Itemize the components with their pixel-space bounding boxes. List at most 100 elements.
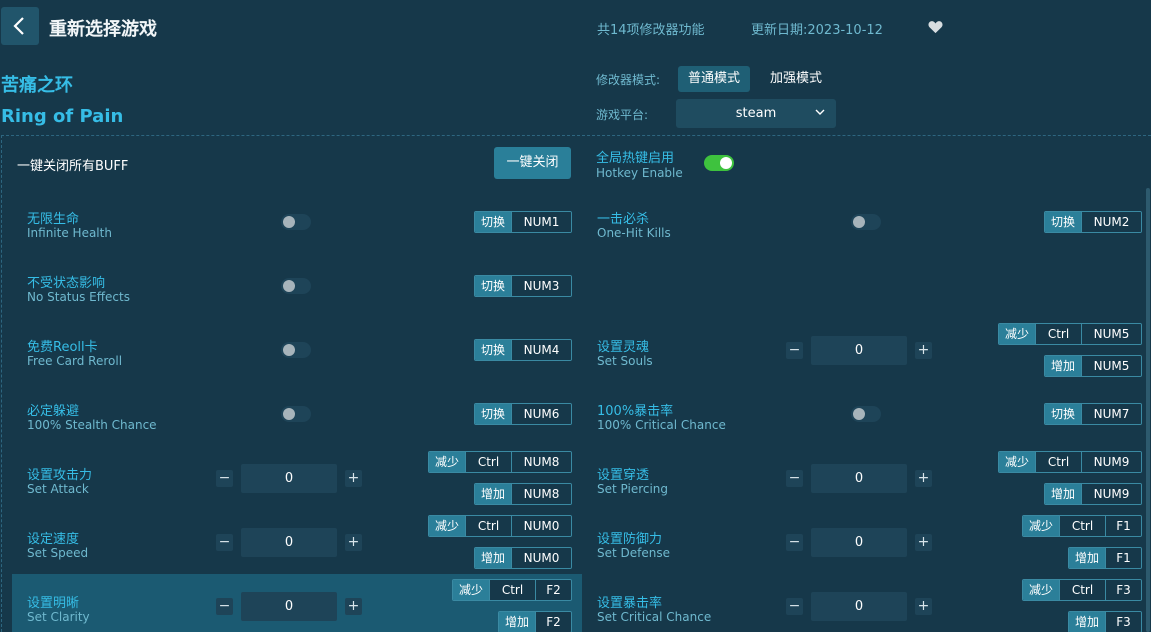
modifier-key: Ctrl — [489, 580, 535, 600]
value-input[interactable] — [811, 592, 907, 621]
decrease-button[interactable]: − — [216, 534, 233, 551]
cheat-name-en: One-Hit Kills — [597, 226, 671, 240]
cheat-toggle[interactable] — [281, 406, 311, 422]
hotkey-toggle[interactable] — [704, 155, 734, 171]
close-all-button[interactable]: 一键关闭 — [494, 147, 571, 179]
cheat-name-en: Set Defense — [597, 546, 670, 560]
increase-hotkeys[interactable]: 增加 NUM5 — [1043, 355, 1142, 377]
decrease-hotkeys[interactable]: 减少 Ctrl F3 — [1021, 579, 1142, 601]
value-input[interactable] — [811, 528, 907, 557]
value-input[interactable] — [811, 464, 907, 493]
toggle-hotkey[interactable]: 切换 NUM2 — [1043, 211, 1142, 233]
increase-button[interactable]: + — [345, 534, 362, 551]
platform-select[interactable]: steam — [676, 99, 836, 128]
increase-hotkey: F3 — [1105, 612, 1141, 632]
increase-hotkeys[interactable]: 增加 F2 — [497, 611, 572, 632]
increase-button[interactable]: + — [915, 598, 932, 615]
toggle-hotkey[interactable]: 切换 NUM6 — [473, 403, 572, 425]
increase-label: 增加 — [474, 548, 511, 568]
decrease-hotkeys[interactable]: 减少 Ctrl NUM5 — [997, 323, 1142, 345]
scrollbar[interactable] — [1146, 188, 1150, 632]
increase-button[interactable]: + — [345, 598, 362, 615]
increase-label: 增加 — [474, 484, 511, 504]
decrease-hotkey: NUM5 — [1081, 324, 1141, 344]
platform-label: 游戏平台: — [596, 108, 649, 122]
cheat-name-cn: 设置灵魂 — [597, 340, 650, 355]
increase-hotkeys[interactable]: 增加 NUM9 — [1043, 483, 1142, 505]
cheat-name-en: Infinite Health — [27, 226, 112, 240]
toggle-hotkey[interactable]: 切换 NUM3 — [473, 275, 572, 297]
toggle-label: 切换 — [474, 212, 511, 232]
toggle-label: 切换 — [1044, 404, 1081, 424]
cheat-name-cn: 一击必杀 — [597, 212, 650, 227]
heart-icon[interactable] — [928, 19, 943, 38]
cheat-toggle[interactable] — [281, 214, 311, 230]
hotkey: NUM2 — [1081, 212, 1141, 232]
value-input[interactable] — [811, 336, 907, 365]
value-input[interactable] — [241, 528, 337, 557]
toggle-hotkey[interactable]: 切换 NUM4 — [473, 339, 572, 361]
decrease-button[interactable]: − — [786, 534, 803, 551]
game-name-en: Ring of Pain — [1, 106, 124, 127]
game-name-cn: 苦痛之环 — [1, 75, 73, 96]
toggle-label: 切换 — [474, 340, 511, 360]
back-button[interactable] — [1, 7, 39, 45]
increase-hotkey: NUM5 — [1081, 356, 1141, 376]
decrease-hotkeys[interactable]: 减少 Ctrl NUM8 — [427, 451, 572, 473]
increase-button[interactable]: + — [915, 470, 932, 487]
increase-label: 增加 — [1044, 484, 1081, 504]
decrease-hotkey: F3 — [1105, 580, 1141, 600]
mode-normal-button[interactable]: 普通模式 — [678, 66, 750, 92]
modifier-key: Ctrl — [465, 452, 511, 472]
decrease-button[interactable]: − — [786, 470, 803, 487]
cheat-name-en: Set Speed — [27, 546, 89, 560]
decrease-hotkeys[interactable]: 减少 Ctrl F2 — [451, 579, 572, 601]
increase-hotkeys[interactable]: 增加 F3 — [1067, 611, 1142, 632]
cheat-name-cn: 设置防御力 — [597, 532, 663, 547]
toggle-hotkey[interactable]: 切换 NUM1 — [473, 211, 572, 233]
cheat-name-en: Set Clarity — [27, 610, 90, 624]
cheat-toggle[interactable] — [281, 278, 311, 294]
cheat-name-en: No Status Effects — [27, 290, 130, 304]
decrease-button[interactable]: − — [786, 598, 803, 615]
cheat-name-cn: 设定速度 — [27, 532, 80, 547]
increase-button[interactable]: + — [915, 534, 932, 551]
close-all-label: 一键关闭所有BUFF — [17, 159, 129, 174]
modifier-key: Ctrl — [465, 516, 511, 536]
decrease-button[interactable]: − — [216, 470, 233, 487]
increase-hotkey: NUM9 — [1081, 484, 1141, 504]
decrease-button[interactable]: − — [216, 598, 233, 615]
cheat-name-cn: 设置明晰 — [27, 596, 80, 611]
modifier-key: Ctrl — [1059, 516, 1105, 536]
decrease-hotkeys[interactable]: 减少 Ctrl NUM9 — [997, 451, 1142, 473]
platform-value: steam — [735, 106, 777, 121]
increase-hotkeys[interactable]: 增加 F1 — [1067, 547, 1142, 569]
increase-hotkey: NUM0 — [511, 548, 571, 568]
cheat-toggle[interactable] — [851, 406, 881, 422]
cheat-toggle[interactable] — [281, 342, 311, 358]
decrease-button[interactable]: − — [786, 342, 803, 359]
decrease-hotkey: NUM8 — [511, 452, 571, 472]
decrease-label: 减少 — [1022, 580, 1059, 600]
cheat-name-cn: 必定躲避 — [27, 404, 80, 419]
cheat-name-cn: 100%暴击率 — [597, 404, 674, 419]
decrease-label: 减少 — [452, 580, 489, 600]
increase-button[interactable]: + — [915, 342, 932, 359]
value-input[interactable] — [241, 464, 337, 493]
hotkey: NUM4 — [511, 340, 571, 360]
mode-label: 修改器模式: — [596, 73, 661, 87]
decrease-hotkeys[interactable]: 减少 Ctrl NUM0 — [427, 515, 572, 537]
decrease-hotkeys[interactable]: 减少 Ctrl F1 — [1021, 515, 1142, 537]
cheat-toggle[interactable] — [851, 214, 881, 230]
decrease-hotkey: F1 — [1105, 516, 1141, 536]
decrease-label: 减少 — [998, 452, 1035, 472]
increase-hotkeys[interactable]: 增加 NUM8 — [473, 483, 572, 505]
increase-button[interactable]: + — [345, 470, 362, 487]
increase-hotkeys[interactable]: 增加 NUM0 — [473, 547, 572, 569]
value-input[interactable] — [241, 592, 337, 621]
update-date: 更新日期:2023-10-12 — [751, 23, 883, 38]
increase-hotkey: F1 — [1105, 548, 1141, 568]
toggle-hotkey[interactable]: 切换 NUM7 — [1043, 403, 1142, 425]
cheat-panel — [1, 135, 1151, 632]
mode-enhanced-button[interactable]: 加强模式 — [760, 66, 832, 92]
